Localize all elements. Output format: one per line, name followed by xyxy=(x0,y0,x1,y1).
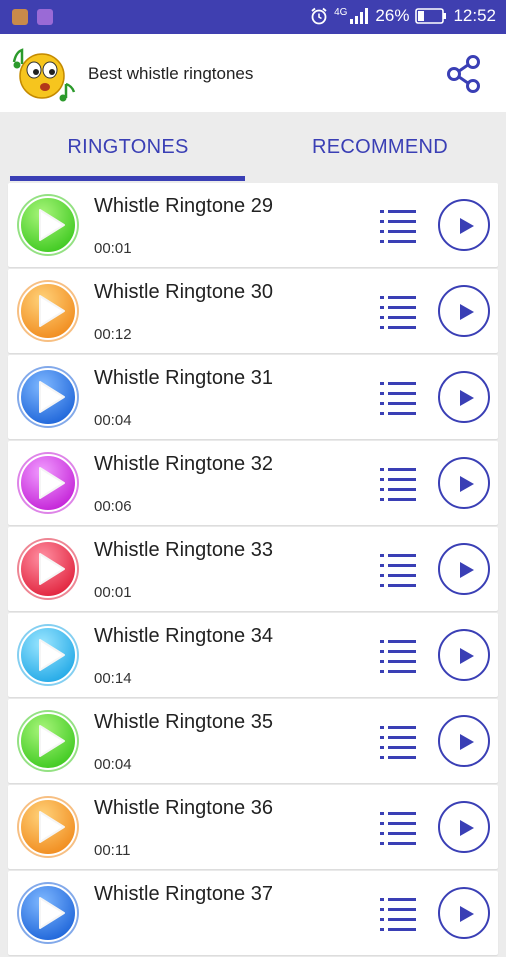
play-icon xyxy=(460,562,474,578)
ringtone-row[interactable]: Whistle Ringtone 31 00:04 xyxy=(8,355,498,439)
play-orb-icon[interactable] xyxy=(16,623,80,687)
play-button[interactable] xyxy=(438,715,490,767)
play-orb-icon[interactable] xyxy=(16,709,80,773)
list-menu-icon xyxy=(380,812,416,845)
ringtone-title: Whistle Ringtone 37 xyxy=(94,883,273,905)
ringtone-title: Whistle Ringtone 35 xyxy=(94,711,273,733)
ringtone-title: Whistle Ringtone 33 xyxy=(94,539,273,561)
play-button[interactable] xyxy=(438,371,490,423)
ringtone-row[interactable]: Whistle Ringtone 36 00:11 xyxy=(8,785,498,869)
list-menu-icon xyxy=(380,726,416,759)
ringtone-duration: 00:01 xyxy=(94,240,132,257)
list-menu-icon xyxy=(380,554,416,587)
play-icon xyxy=(460,648,474,664)
notification-app-icon xyxy=(12,9,28,25)
tab-ringtones[interactable]: RINGTONES xyxy=(10,112,246,182)
clock-time: 12:52 xyxy=(453,6,496,25)
list-menu-button[interactable] xyxy=(376,549,420,589)
ringtone-title: Whistle Ringtone 36 xyxy=(94,797,273,819)
battery-text: 26% xyxy=(375,6,410,25)
list-menu-button[interactable] xyxy=(376,807,420,847)
play-orb-icon[interactable] xyxy=(16,537,80,601)
alarm-icon xyxy=(310,7,328,25)
list-menu-icon xyxy=(380,468,416,501)
status-bar: 4G 26% 12:52 xyxy=(0,0,506,34)
ringtone-row[interactable]: Whistle Ringtone 35 00:04 xyxy=(8,699,498,783)
list-menu-icon xyxy=(380,640,416,673)
play-button[interactable] xyxy=(438,457,490,509)
list-menu-button[interactable] xyxy=(376,463,420,503)
play-orb-icon[interactable] xyxy=(16,365,80,429)
share-button[interactable] xyxy=(442,52,486,96)
list-menu-icon xyxy=(380,898,416,931)
play-button[interactable] xyxy=(438,199,490,251)
share-icon xyxy=(447,55,480,93)
play-button[interactable] xyxy=(438,887,490,939)
play-button[interactable] xyxy=(438,285,490,337)
tab-bar: RINGTONES RECOMMEND xyxy=(0,112,506,182)
play-orb-icon[interactable] xyxy=(16,881,80,945)
play-button[interactable] xyxy=(438,543,490,595)
tab-recommend[interactable]: RECOMMEND xyxy=(262,112,498,182)
ringtone-row[interactable]: Whistle Ringtone 29 00:01 xyxy=(8,183,498,267)
play-button[interactable] xyxy=(438,801,490,853)
play-icon xyxy=(460,390,474,406)
ringtone-row[interactable]: Whistle Ringtone 32 00:06 xyxy=(8,441,498,525)
list-menu-button[interactable] xyxy=(376,721,420,761)
ringtone-title: Whistle Ringtone 32 xyxy=(94,453,273,475)
ringtone-list: Whistle Ringtone 29 00:01 Whistle Ringto… xyxy=(8,183,498,957)
ringtone-row[interactable]: Whistle Ringtone 34 00:14 xyxy=(8,613,498,697)
ringtone-row[interactable]: Whistle Ringtone 37 xyxy=(8,871,498,955)
list-menu-icon xyxy=(380,210,416,243)
play-orb-icon[interactable] xyxy=(16,451,80,515)
ringtone-duration: 00:06 xyxy=(94,498,132,515)
list-menu-button[interactable] xyxy=(376,291,420,331)
list-menu-button[interactable] xyxy=(376,377,420,417)
ringtone-title: Whistle Ringtone 34 xyxy=(94,625,273,647)
list-menu-button[interactable] xyxy=(376,893,420,933)
ringtone-row[interactable]: Whistle Ringtone 33 00:01 xyxy=(8,527,498,611)
ringtone-duration: 00:04 xyxy=(94,756,132,773)
play-icon xyxy=(460,734,474,750)
app-title: Best whistle ringtones xyxy=(88,64,254,83)
ringtone-title: Whistle Ringtone 30 xyxy=(94,281,273,303)
play-icon xyxy=(460,304,474,320)
ringtone-duration: 00:12 xyxy=(94,326,132,343)
tab-indicator xyxy=(10,176,245,181)
list-menu-button[interactable] xyxy=(376,635,420,675)
list-menu-button[interactable] xyxy=(376,205,420,245)
play-orb-icon[interactable] xyxy=(16,795,80,859)
play-icon xyxy=(460,906,474,922)
ringtone-title: Whistle Ringtone 29 xyxy=(94,195,273,217)
battery-icon xyxy=(415,8,447,24)
signal-icon xyxy=(349,7,369,25)
ringtone-row[interactable]: Whistle Ringtone 30 00:12 xyxy=(8,269,498,353)
list-menu-icon xyxy=(380,382,416,415)
app-bar: Best whistle ringtones xyxy=(0,34,506,112)
ringtone-duration: 00:14 xyxy=(94,670,132,687)
play-orb-icon[interactable] xyxy=(16,193,80,257)
network-type: 4G xyxy=(334,6,348,18)
play-icon xyxy=(460,218,474,234)
play-icon xyxy=(460,820,474,836)
play-orb-icon[interactable] xyxy=(16,279,80,343)
play-button[interactable] xyxy=(438,629,490,681)
ringtone-duration: 00:01 xyxy=(94,584,132,601)
ringtone-duration: 00:11 xyxy=(94,842,131,859)
whistling-emoji-icon xyxy=(8,42,78,104)
ringtone-duration: 00:04 xyxy=(94,412,132,429)
play-icon xyxy=(460,476,474,492)
list-menu-icon xyxy=(380,296,416,329)
ringtone-title: Whistle Ringtone 31 xyxy=(94,367,273,389)
gallery-app-icon xyxy=(37,9,53,25)
